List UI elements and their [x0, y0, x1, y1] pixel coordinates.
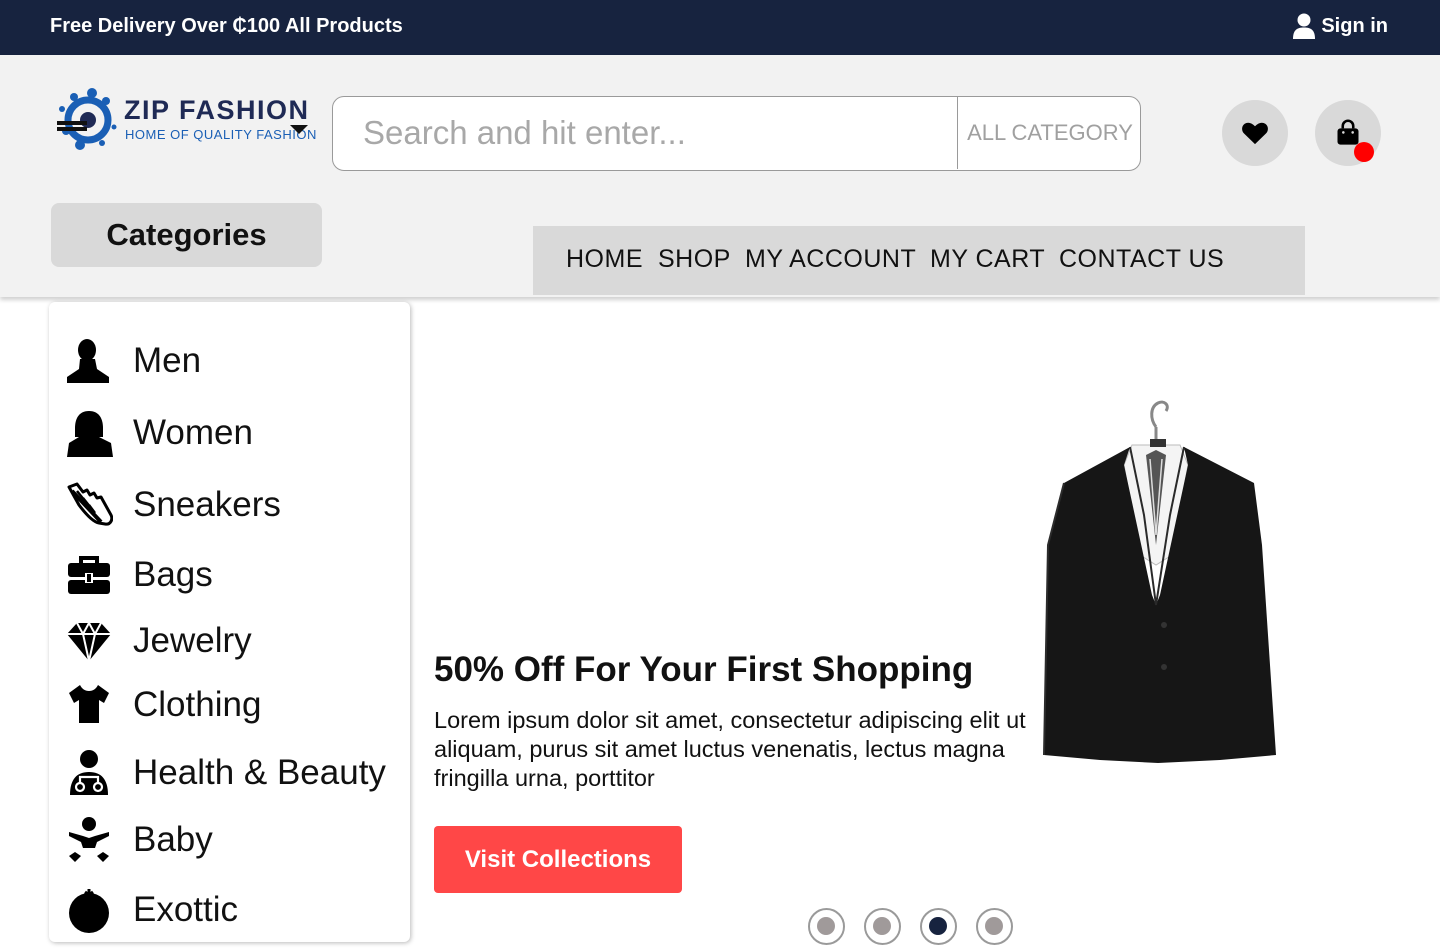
brand-tagline: HOME OF QUALITY FASHION [125, 127, 317, 142]
doctor-icon [70, 750, 108, 795]
slide-dot-1[interactable] [808, 908, 845, 945]
slide-dot-2[interactable] [864, 908, 901, 945]
logo-mark-icon [57, 88, 117, 150]
sidebar-item-health-beauty[interactable]: Health & Beauty [65, 748, 386, 798]
nav-contact-us[interactable]: CONTACT US [1059, 245, 1224, 274]
sidebar-item-label: Exottic [133, 890, 239, 929]
sidebar-item-label: Baby [133, 820, 213, 859]
header: ZIP FASHION HOME OF QUALITY FASHION ALL … [0, 55, 1440, 297]
category-select[interactable]: ALL CATEGORY [957, 97, 1140, 169]
nav-my-account[interactable]: MY ACCOUNT [745, 245, 916, 274]
logo[interactable]: ZIP FASHION HOME OF QUALITY FASHION [54, 87, 316, 155]
sidebar-item-women[interactable]: Women [65, 408, 253, 458]
heart-icon [1242, 122, 1268, 145]
briefcase-icon [68, 556, 110, 594]
diamond-icon [67, 620, 111, 662]
sidebar-item-exottic[interactable]: Exottic [65, 885, 238, 935]
promo-text: Free Delivery Over ₵100 All Products [50, 15, 403, 37]
baby-icon [69, 817, 109, 862]
sidebar-item-label: Women [133, 413, 253, 452]
sign-in-link[interactable]: Sign in [1293, 13, 1388, 39]
wishlist-button[interactable] [1222, 100, 1288, 166]
sidebar-item-label: Clothing [133, 685, 262, 724]
hero-description: Lorem ipsum dolor sit amet, consectetur … [434, 707, 1026, 791]
search-input[interactable] [333, 97, 957, 169]
sidebar-item-label: Jewelry [133, 621, 252, 660]
sidebar-item-men[interactable]: Men [65, 336, 201, 386]
man-icon [67, 339, 109, 383]
sign-in-label: Sign in [1321, 14, 1388, 37]
sidebar-item-baby[interactable]: Baby [65, 815, 213, 865]
sidebar-item-label: Bags [133, 555, 213, 594]
nav-shop[interactable]: SHOP [658, 245, 731, 274]
slide-dot-4[interactable] [976, 908, 1013, 945]
nav-my-cart[interactable]: MY CART [930, 245, 1045, 274]
top-bar: Free Delivery Over ₵100 All Products Sig… [0, 0, 1440, 55]
sidebar-item-label: Health & Beauty [133, 753, 386, 792]
sneaker-icon [67, 482, 113, 526]
sidebar-item-jewelry[interactable]: Jewelry [65, 616, 252, 666]
search-bar: ALL CATEGORY [332, 96, 1141, 171]
cart-badge [1354, 142, 1374, 162]
slide-dot-3[interactable] [920, 908, 957, 945]
categories-button[interactable]: Categories [51, 203, 322, 267]
main-nav: HOME SHOP MY ACCOUNT MY CART CONTACT US [533, 226, 1305, 295]
hero-title: 50% Off For Your First Shopping [434, 650, 974, 689]
slider-dots [808, 908, 1018, 948]
fruit-icon [69, 889, 109, 933]
chevron-down-icon[interactable] [290, 125, 308, 134]
sidebar-item-clothing[interactable]: Clothing [65, 680, 261, 730]
brand-name: ZIP FASHION [124, 95, 310, 125]
woman-icon [67, 411, 113, 457]
suit-jacket-image [1043, 400, 1276, 763]
nav-home[interactable]: HOME [566, 245, 643, 274]
category-sidebar: Men Women Sneakers Bags Jewelry Clothing… [49, 302, 410, 942]
sidebar-item-bags[interactable]: Bags [65, 550, 213, 600]
visit-collections-button[interactable]: Visit Collections [434, 826, 682, 893]
tshirt-icon [69, 685, 109, 723]
user-icon [1293, 13, 1316, 39]
sidebar-item-sneakers[interactable]: Sneakers [65, 480, 281, 530]
sidebar-item-label: Sneakers [133, 485, 281, 524]
sidebar-item-label: Men [133, 341, 202, 380]
